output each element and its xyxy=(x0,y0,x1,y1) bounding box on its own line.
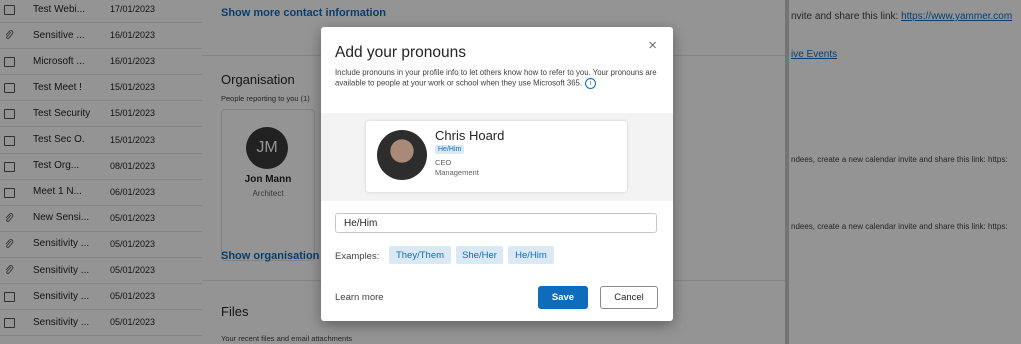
description-text: Include pronouns in your profile info to… xyxy=(335,68,657,88)
dialog-description: Include pronouns in your profile info to… xyxy=(335,68,657,89)
profile-department: Management xyxy=(435,168,479,177)
pronoun-badge: He/Him xyxy=(435,145,465,154)
example-chip-she-her[interactable]: She/Her xyxy=(456,246,503,264)
profile-preview-card: Chris Hoard He/Him CEO Management xyxy=(366,121,627,192)
cancel-button[interactable]: Cancel xyxy=(600,286,658,309)
info-icon[interactable]: i xyxy=(585,77,597,89)
example-chip-he-him[interactable]: He/Him xyxy=(508,246,554,264)
close-icon[interactable]: × xyxy=(648,37,657,54)
profile-name: Chris Hoard xyxy=(435,128,505,143)
add-pronouns-dialog: Add your pronouns × Include pronouns in … xyxy=(321,27,673,321)
examples-label: Examples: xyxy=(335,251,380,262)
dialog-title: Add your pronouns xyxy=(335,44,466,61)
profile-photo xyxy=(377,130,427,180)
profile-job-title: CEO xyxy=(435,158,452,167)
save-button[interactable]: Save xyxy=(538,286,588,309)
pronouns-input[interactable] xyxy=(335,213,657,233)
learn-more-link[interactable]: Learn more xyxy=(335,292,384,303)
example-chip-they-them[interactable]: They/Them xyxy=(389,246,451,264)
